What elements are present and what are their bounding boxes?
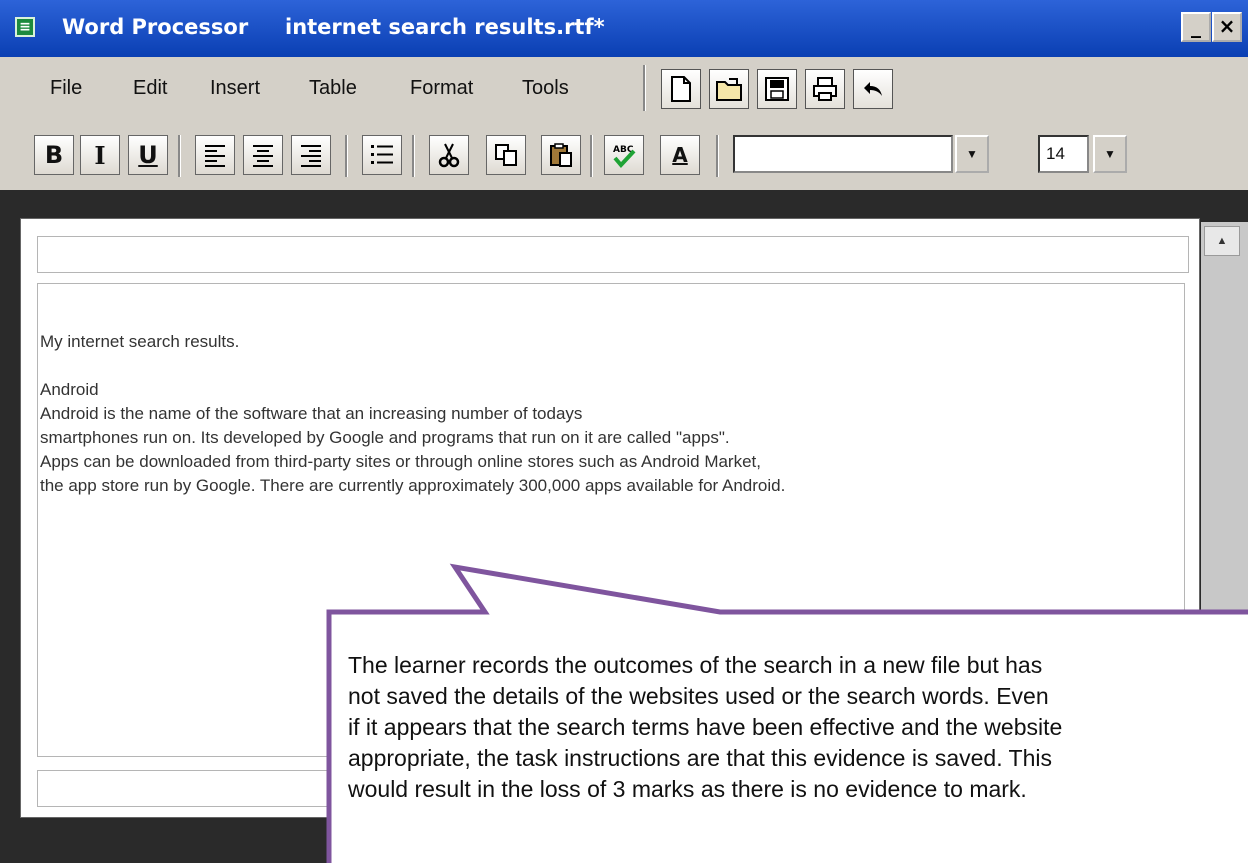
document-title: internet search results.rtf* <box>285 15 605 39</box>
header-field[interactable] <box>37 236 1189 273</box>
document-line: Apps can be downloaded from third-party … <box>40 452 761 471</box>
menu-tools[interactable]: Tools <box>522 77 569 100</box>
app-icon: ≡ <box>15 17 35 37</box>
minimize-button[interactable]: _ <box>1181 12 1211 42</box>
font-name-field[interactable] <box>733 135 953 173</box>
cut-button[interactable] <box>429 135 469 175</box>
document-line: Android is the name of the software that… <box>40 404 583 423</box>
open-file-button[interactable] <box>709 69 749 109</box>
align-left-icon <box>205 145 225 167</box>
menu-file[interactable]: File <box>50 77 82 100</box>
scroll-up-button[interactable]: ▲ <box>1204 226 1240 256</box>
menu-format[interactable]: Format <box>410 77 473 100</box>
font-name-dropdown-button[interactable]: ▼ <box>955 135 989 173</box>
undo-button[interactable] <box>853 69 893 109</box>
bullet-list-button[interactable] <box>362 135 402 175</box>
copy-button[interactable] <box>486 135 526 175</box>
document-line: the app store run by Google. There are c… <box>40 476 786 495</box>
menu-edit[interactable]: Edit <box>133 77 167 100</box>
toolbar-separator <box>412 135 415 177</box>
align-center-icon <box>253 145 273 167</box>
toolbar-separator <box>178 135 181 177</box>
align-right-button[interactable] <box>291 135 331 175</box>
toolbar-separator <box>590 135 593 177</box>
new-document-button[interactable] <box>661 69 701 109</box>
scissors-icon <box>438 143 460 168</box>
font-size-dropdown-button[interactable]: ▼ <box>1093 135 1127 173</box>
bold-button[interactable]: B <box>34 135 74 175</box>
paste-button[interactable] <box>541 135 581 175</box>
chevron-down-icon: ▼ <box>1104 147 1116 161</box>
align-right-icon <box>301 145 321 167</box>
toolbar-separator <box>345 135 348 177</box>
callout-line: would result in the loss of 3 marks as t… <box>348 776 1027 802</box>
callout-line: The learner records the outcomes of the … <box>348 652 1043 678</box>
callout-line: not saved the details of the websites us… <box>348 683 1049 709</box>
close-button[interactable]: × <box>1212 12 1242 42</box>
undo-icon <box>864 82 882 96</box>
copy-icon <box>495 144 517 166</box>
document-line: My internet search results. <box>40 332 240 351</box>
spell-check-icon: ABC <box>613 145 636 169</box>
chevron-up-icon: ▲ <box>1216 235 1228 247</box>
menu-bar: File Edit Insert Table Format Tools <box>0 57 1248 123</box>
callout-text: The learner records the outcomes of the … <box>348 650 1248 805</box>
menu-table[interactable]: Table <box>309 77 357 100</box>
new-document-icon <box>671 76 691 102</box>
font-color-button[interactable]: A <box>660 135 700 175</box>
underline-button[interactable]: U <box>128 135 168 175</box>
document-line <box>40 354 1170 378</box>
spell-check-button[interactable]: ABC <box>604 135 644 175</box>
font-color-icon: A <box>672 143 688 167</box>
app-name: Word Processor <box>62 15 249 39</box>
bullet-list-icon <box>371 145 393 164</box>
save-button[interactable] <box>757 69 797 109</box>
document-line: smartphones run on. Its developed by Goo… <box>40 428 730 447</box>
print-icon <box>813 77 837 101</box>
callout-line: appropriate, the task instructions are t… <box>348 745 1053 771</box>
save-icon <box>765 77 789 101</box>
document-line: Android <box>40 380 99 399</box>
align-left-button[interactable] <box>195 135 235 175</box>
menu-insert[interactable]: Insert <box>210 77 260 100</box>
toolbar-separator <box>716 135 719 177</box>
print-button[interactable] <box>805 69 845 109</box>
toolbar-separator <box>643 65 646 111</box>
vertical-scrollbar[interactable] <box>1201 222 1248 642</box>
chevron-down-icon: ▼ <box>966 147 978 161</box>
italic-button[interactable]: I <box>80 135 120 175</box>
font-size-field[interactable]: 14 <box>1038 135 1089 173</box>
open-folder-icon <box>716 78 742 101</box>
align-center-button[interactable] <box>243 135 283 175</box>
paste-icon <box>550 143 572 167</box>
title-bar[interactable]: ≡ Word Processor internet search results… <box>0 0 1248 57</box>
document-text[interactable]: My internet search results. Android Andr… <box>40 330 1170 498</box>
callout-line: if it appears that the search terms have… <box>348 714 1063 740</box>
